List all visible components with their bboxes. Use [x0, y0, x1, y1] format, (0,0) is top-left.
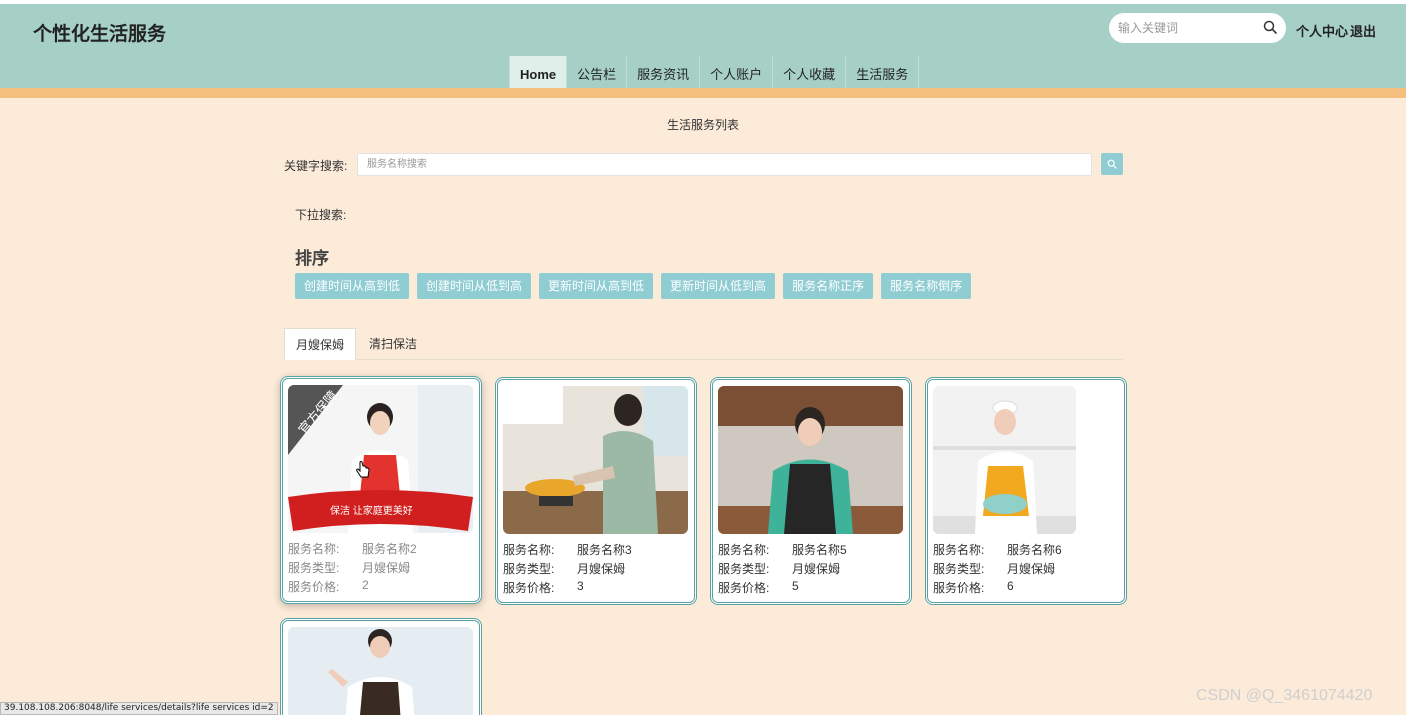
- service-card[interactable]: 官方保障 保洁 让家庭更美好 服务名称: 服务名称2 服务类型: 月嫂保姆 服务价格…: [280, 376, 482, 604]
- field-type: 服务类型: 月嫂保姆: [718, 562, 841, 576]
- service-image: 官方保障 保洁 让家庭更美好: [288, 385, 473, 533]
- category-tabs: 月嫂保姆 清扫保洁: [284, 328, 1123, 360]
- field-price: 服务价格: 2: [288, 578, 369, 594]
- tab-cleaning[interactable]: 清扫保洁: [369, 328, 417, 360]
- field-price: 服务价格: 5: [718, 579, 799, 595]
- header-search-input[interactable]: [1109, 13, 1249, 43]
- service-image: [503, 386, 688, 534]
- service-card[interactable]: 服务名称: 服务名称6 服务类型: 月嫂保姆 服务价格: 6: [925, 377, 1127, 605]
- hand-cursor-icon: [356, 461, 370, 478]
- sort-created-asc-button[interactable]: 创建时间从低到高: [417, 273, 532, 299]
- logout-link[interactable]: 退出: [1350, 21, 1376, 40]
- field-name: 服务名称: 服务名称5: [718, 543, 847, 557]
- field-name: 服务名称: 服务名称6: [933, 543, 1062, 557]
- browser-status-url: 39.108.108.206:8048/life services/detail…: [0, 702, 278, 715]
- field-type: 服务类型: 月嫂保姆: [503, 562, 626, 576]
- sort-created-desc-button[interactable]: 创建时间从高到低: [295, 273, 410, 299]
- service-image: [288, 627, 473, 715]
- service-card[interactable]: 服务名称: 服务名称5 服务类型: 月嫂保姆 服务价格: 5: [710, 377, 912, 605]
- field-price: 服务价格: 6: [933, 579, 1014, 595]
- sort-title: 排序: [295, 249, 329, 268]
- keyword-search-button[interactable]: [1101, 153, 1123, 175]
- header-bar: 个性化生活服务 个人中心 退出 Home 公告栏 服务资讯 个人账户 个人收藏 …: [0, 0, 1406, 93]
- sort-updated-asc-button[interactable]: 更新时间从低到高: [661, 273, 776, 299]
- field-price: 服务价格: 3: [503, 579, 584, 595]
- field-type: 服务类型: 月嫂保姆: [933, 562, 1056, 576]
- ribbon-text: 保洁 让家庭更美好: [330, 504, 413, 517]
- field-name: 服务名称: 服务名称2: [288, 542, 417, 556]
- service-card[interactable]: [280, 618, 482, 715]
- accent-strip: [0, 88, 1406, 98]
- service-image: [933, 386, 1076, 534]
- sort-name-desc-button[interactable]: 服务名称倒序: [881, 273, 972, 299]
- search-icon: [1107, 159, 1117, 169]
- user-center-link[interactable]: 个人中心: [1296, 21, 1348, 40]
- search-icon[interactable]: [1263, 20, 1277, 34]
- page-title: 生活服务列表: [666, 118, 739, 132]
- site-brand: 个性化生活服务: [33, 24, 167, 45]
- watermark: CSDN @Q_3461074420: [1196, 687, 1373, 704]
- sort-updated-desc-button[interactable]: 更新时间从高到低: [539, 273, 654, 299]
- sort-buttons: 创建时间从高到低 创建时间从低到高 更新时间从高到低 更新时间从低到高 服务名称…: [295, 273, 972, 299]
- dropdown-search-label: 下拉搜索:: [295, 208, 347, 222]
- keyword-search-input[interactable]: [357, 153, 1092, 176]
- tab-maternity-nanny[interactable]: 月嫂保姆: [284, 328, 356, 360]
- field-type: 服务类型: 月嫂保姆: [288, 561, 411, 575]
- field-name: 服务名称: 服务名称3: [503, 543, 632, 557]
- service-card[interactable]: 服务名称: 服务名称3 服务类型: 月嫂保姆 服务价格: 3: [495, 377, 697, 605]
- header-search[interactable]: [1109, 13, 1286, 43]
- sort-name-asc-button[interactable]: 服务名称正序: [783, 273, 874, 299]
- keyword-search-label: 关键字搜索:: [284, 159, 348, 173]
- service-image: [718, 386, 903, 534]
